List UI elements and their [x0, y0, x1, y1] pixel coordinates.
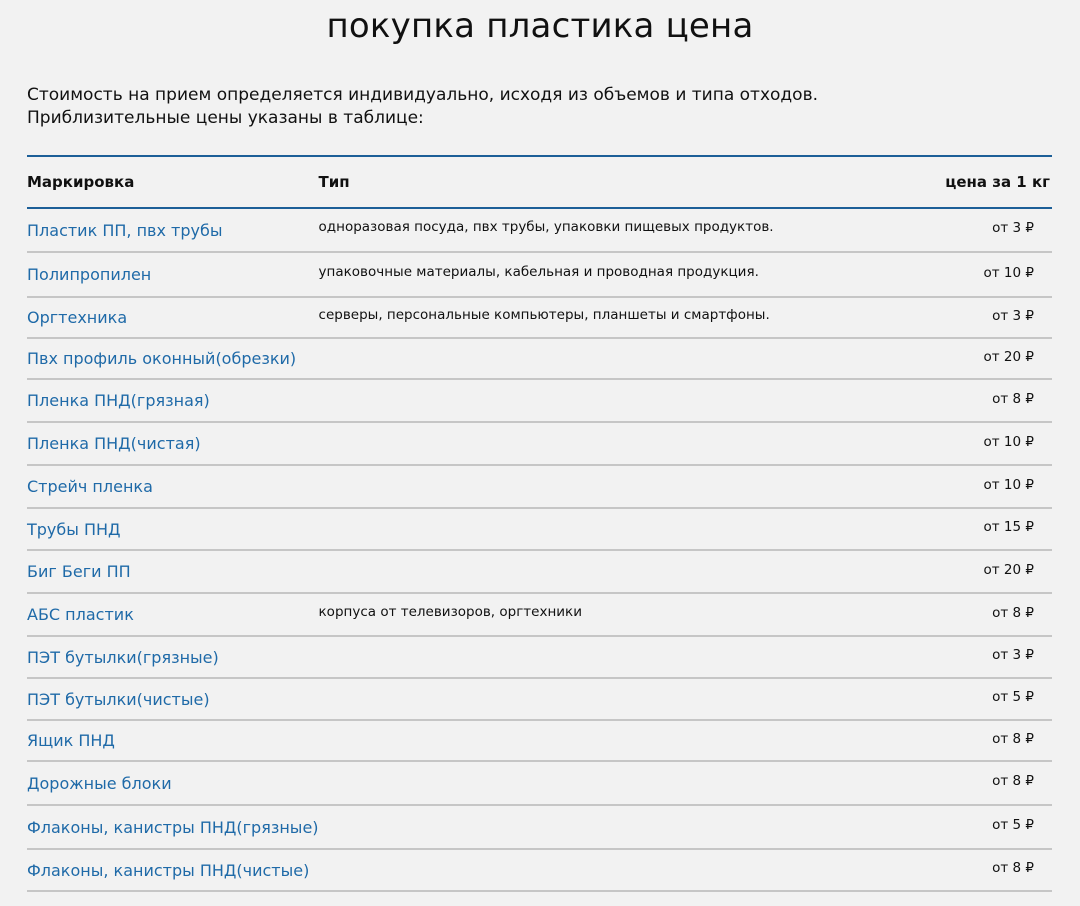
table-row: Ящик ПНД от 8 ₽: [27, 720, 1052, 762]
cell-mark: Флаконы, канистры ПНД(грязные): [27, 805, 319, 850]
mark-link[interactable]: Пвх профиль оконный(обрезки): [27, 349, 296, 368]
mark-link[interactable]: Дорожные блоки: [27, 774, 172, 793]
cell-price: от 20 ₽: [909, 338, 1052, 380]
cell-mark: ПЭТ бутылки(чистые): [27, 678, 319, 721]
mark-link[interactable]: Пленка ПНД(грязная): [27, 391, 210, 410]
mark-link[interactable]: Трубы ПНД: [27, 520, 121, 539]
cell-price: от 8 ₽: [909, 761, 1052, 806]
table-row: Трубы ПНД от 15 ₽: [27, 508, 1052, 551]
cell-price: от 10 ₽: [909, 465, 1052, 509]
mark-link[interactable]: Стрейч пленка: [27, 477, 153, 496]
cell-price: от 8 ₽: [909, 593, 1052, 637]
mark-link[interactable]: ПЭТ бутылки(грязные): [27, 648, 219, 667]
cell-type: [318, 761, 910, 806]
cell-type: [318, 550, 910, 594]
cell-type: [318, 678, 910, 721]
cell-mark: ПЭТ бутылки(грязные): [27, 636, 319, 679]
cell-type: [318, 636, 910, 679]
cell-type: [318, 379, 910, 423]
intro-line-2: Приблизительные цены указаны в таблице:: [27, 108, 424, 128]
cell-type: [318, 422, 910, 466]
header-mark: Маркировка: [27, 155, 319, 209]
table-row: Флаконы, канистры ПНД(грязные) от 5 ₽: [27, 805, 1052, 850]
header-type: Тип: [318, 155, 910, 209]
cell-mark: Пвх профиль оконный(обрезки): [27, 338, 319, 380]
table-header-row: Маркировка Тип цена за 1 кг: [27, 155, 1052, 209]
cell-mark: Полипропилен: [27, 252, 319, 298]
table-row: Флаконы, канистры ПНД(чистые) от 8 ₽: [27, 849, 1052, 892]
cell-mark: Ящик ПНД: [27, 720, 319, 762]
table-row: Пленка ПНД(чистая) от 10 ₽: [27, 422, 1052, 466]
table-row: Оргтехника серверы, персональные компьюте…: [27, 297, 1052, 339]
cell-mark: АБС пластик: [27, 593, 319, 637]
mark-link[interactable]: Ящик ПНД: [27, 731, 115, 750]
cell-type: [318, 849, 910, 892]
table-row: Полипропилен упаковочные материалы, кабел…: [27, 252, 1052, 298]
cell-mark: Пленка ПНД(чистая): [27, 422, 319, 466]
mark-link[interactable]: Полипропилен: [27, 265, 151, 284]
cell-mark: Трубы ПНД: [27, 508, 319, 551]
cell-type: серверы, персональные компьютеры, планше…: [318, 297, 910, 339]
cell-type: одноразовая посуда, пвх трубы, упаковки …: [318, 208, 910, 253]
cell-mark: Оргтехника: [27, 297, 319, 339]
cell-mark: Биг Беги ПП: [27, 550, 319, 594]
header-price: цена за 1 кг: [909, 155, 1052, 209]
table-row: АБС пластик корпуса от телевизоров, оргте…: [27, 593, 1052, 637]
cell-price: от 3 ₽: [909, 208, 1052, 253]
cell-price: от 20 ₽: [909, 550, 1052, 594]
table-row: Пластик ПП, пвх трубы одноразовая посуда,…: [27, 208, 1052, 253]
mark-link[interactable]: Пленка ПНД(чистая): [27, 434, 201, 453]
cell-mark: Дорожные блоки: [27, 761, 319, 806]
cell-price: от 8 ₽: [909, 720, 1052, 762]
cell-mark: Пленка ПНД(грязная): [27, 379, 319, 423]
cell-price: от 8 ₽: [909, 379, 1052, 423]
table-body: Пластик ПП, пвх трубы одноразовая посуда,…: [27, 208, 1052, 892]
mark-link[interactable]: Оргтехника: [27, 308, 127, 327]
cell-type: [318, 805, 910, 850]
intro-line-1: Стоимость на прием определяется индивиду…: [27, 85, 818, 105]
page: покупка пластика цена Стоимость на прием…: [0, 0, 1080, 906]
cell-mark: Флаконы, канистры ПНД(чистые): [27, 849, 319, 892]
page-title: покупка пластика цена: [326, 6, 754, 46]
table-row: Пленка ПНД(грязная) от 8 ₽: [27, 379, 1052, 423]
table-row: ПЭТ бутылки(чистые) от 5 ₽: [27, 678, 1052, 721]
cell-price: от 3 ₽: [909, 297, 1052, 339]
cell-type: [318, 720, 910, 762]
table-row: Дорожные блоки от 8 ₽: [27, 761, 1052, 806]
mark-link[interactable]: АБС пластик: [27, 605, 134, 624]
cell-price: от 3 ₽: [909, 636, 1052, 679]
cell-type: [318, 508, 910, 551]
price-table: Маркировка Тип цена за 1 кг Пластик ПП, …: [27, 155, 1052, 892]
mark-link[interactable]: ПЭТ бутылки(чистые): [27, 690, 210, 709]
cell-price: от 10 ₽: [909, 252, 1052, 298]
cell-price: от 8 ₽: [909, 849, 1052, 892]
table-row: Стрейч пленка от 10 ₽: [27, 465, 1052, 509]
cell-type: корпуса от телевизоров, оргтехники: [318, 593, 910, 637]
cell-price: от 10 ₽: [909, 422, 1052, 466]
table-row: Биг Беги ПП от 20 ₽: [27, 550, 1052, 594]
cell-type: упаковочные материалы, кабельная и прово…: [318, 252, 910, 298]
table-row: Пвх профиль оконный(обрезки) от 20 ₽: [27, 338, 1052, 380]
mark-link[interactable]: Биг Беги ПП: [27, 562, 131, 581]
cell-mark: Стрейч пленка: [27, 465, 319, 509]
cell-type: [318, 338, 910, 380]
cell-type: [318, 465, 910, 509]
mark-link[interactable]: Флаконы, канистры ПНД(грязные): [27, 818, 319, 837]
cell-price: от 5 ₽: [909, 805, 1052, 850]
mark-link[interactable]: Флаконы, канистры ПНД(чистые): [27, 861, 309, 880]
intro-text: Стоимость на прием определяется индивиду…: [27, 84, 1027, 130]
mark-link[interactable]: Пластик ПП, пвх трубы: [27, 221, 222, 240]
cell-price: от 15 ₽: [909, 508, 1052, 551]
table-row: ПЭТ бутылки(грязные) от 3 ₽: [27, 636, 1052, 679]
cell-price: от 5 ₽: [909, 678, 1052, 721]
cell-mark: Пластик ПП, пвх трубы: [27, 208, 319, 253]
